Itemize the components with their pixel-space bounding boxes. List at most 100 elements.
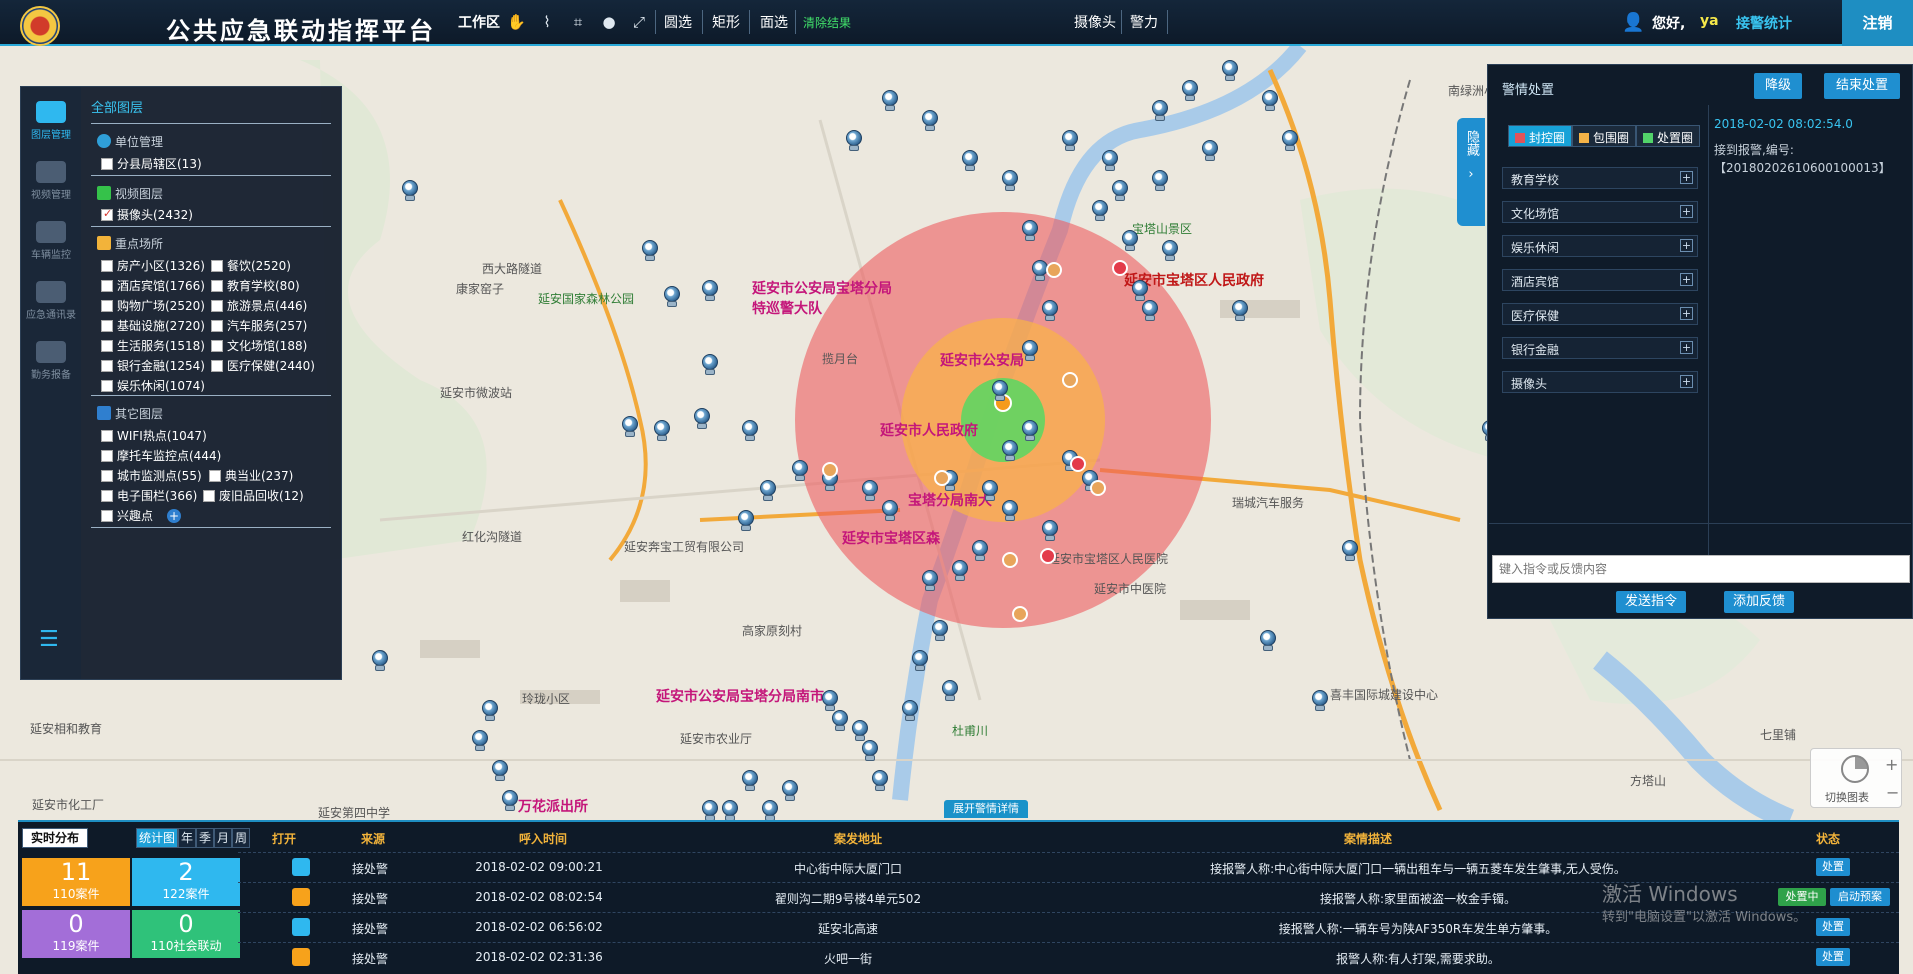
category-row[interactable]: 酒店宾馆 + bbox=[1502, 269, 1698, 291]
shop-marker-icon[interactable] bbox=[1090, 480, 1106, 496]
category-row[interactable]: 教育学校 + bbox=[1502, 167, 1698, 189]
shop-marker-icon[interactable] bbox=[1012, 606, 1028, 622]
camera-icon[interactable] bbox=[920, 570, 940, 592]
camera-icon[interactable] bbox=[1340, 540, 1360, 562]
camera-icon[interactable] bbox=[720, 800, 740, 822]
camera-icon[interactable] bbox=[700, 280, 720, 302]
camera-icon[interactable] bbox=[700, 800, 720, 822]
camera-icon[interactable] bbox=[758, 480, 778, 502]
layer-item[interactable]: 汽车服务(257) bbox=[211, 317, 307, 334]
camera-icon[interactable] bbox=[860, 740, 880, 762]
open-detail-button[interactable]: 展开警情详情 bbox=[944, 800, 1028, 818]
camera-icon[interactable] bbox=[662, 286, 682, 308]
layer-item[interactable]: 娱乐休闲(1074) bbox=[101, 377, 205, 394]
camera-icon[interactable] bbox=[880, 90, 900, 112]
checkbox[interactable] bbox=[101, 158, 113, 170]
camera-icon[interactable] bbox=[740, 420, 760, 442]
camera-icon[interactable] bbox=[1310, 690, 1330, 712]
hand-icon[interactable]: ✋ bbox=[507, 13, 526, 31]
police-force-button[interactable]: 警力 bbox=[1130, 12, 1158, 32]
layer-item[interactable]: 兴趣点 + bbox=[101, 507, 182, 524]
hospital-marker-icon[interactable] bbox=[1070, 456, 1086, 472]
camera-icon[interactable] bbox=[1020, 420, 1040, 442]
ruler-icon[interactable]: ⌇ bbox=[538, 13, 556, 31]
camera-icon[interactable] bbox=[940, 680, 960, 702]
rail-video-management[interactable]: 视频管理 bbox=[21, 161, 81, 201]
layer-item[interactable]: 电子围栏(366) bbox=[101, 487, 197, 504]
layer-item[interactable]: 医疗保健(2440) bbox=[211, 357, 315, 374]
camera-icon[interactable] bbox=[980, 480, 1000, 502]
checkbox[interactable] bbox=[101, 360, 113, 372]
checkbox[interactable] bbox=[101, 300, 113, 312]
checkbox[interactable] bbox=[101, 450, 113, 462]
camera-icon[interactable] bbox=[820, 690, 840, 712]
camera-icon[interactable] bbox=[470, 730, 490, 752]
camera-icon[interactable] bbox=[480, 700, 500, 722]
shop-marker-icon[interactable] bbox=[1002, 552, 1018, 568]
layer-item[interactable]: 基础设施(2720) bbox=[101, 317, 205, 334]
checkbox[interactable] bbox=[101, 380, 113, 392]
tab-stats-chart[interactable]: 统计图 bbox=[136, 828, 178, 848]
checkbox[interactable] bbox=[211, 280, 223, 292]
camera-icon[interactable] bbox=[652, 420, 672, 442]
camera-icon[interactable] bbox=[1100, 150, 1120, 172]
camera-icon[interactable] bbox=[736, 510, 756, 532]
camera-icon[interactable] bbox=[830, 710, 850, 732]
command-input[interactable] bbox=[1492, 555, 1910, 583]
checkbox[interactable] bbox=[211, 300, 223, 312]
expand-plus-icon[interactable]: + bbox=[1680, 307, 1693, 320]
camera-icon[interactable] bbox=[970, 540, 990, 562]
camera-icon[interactable] bbox=[780, 780, 800, 802]
area-select-button[interactable]: 面选 bbox=[760, 12, 788, 32]
shop-marker-icon[interactable] bbox=[1062, 372, 1078, 388]
layer-item[interactable]: WIFI热点(1047) bbox=[101, 427, 207, 444]
camera-icon[interactable] bbox=[370, 650, 390, 672]
stat-119[interactable]: 0 119案件 bbox=[22, 910, 130, 958]
camera-icon[interactable] bbox=[1110, 180, 1130, 202]
camera-icon[interactable] bbox=[740, 770, 760, 792]
period-quarter[interactable]: 季 bbox=[196, 828, 214, 848]
camera-icon[interactable] bbox=[790, 460, 810, 482]
shop-marker-icon[interactable] bbox=[822, 462, 838, 478]
clear-results-button[interactable]: 清除结果 bbox=[803, 14, 851, 31]
downgrade-button[interactable]: 降级 bbox=[1754, 73, 1802, 99]
camera-icon[interactable] bbox=[1020, 340, 1040, 362]
camera-icon[interactable] bbox=[860, 480, 880, 502]
layer-branch-area[interactable]: 分县局辖区(13) bbox=[101, 155, 202, 172]
expand-plus-icon[interactable]: + bbox=[1680, 273, 1693, 286]
camera-icon[interactable] bbox=[500, 790, 520, 812]
camera-icon[interactable] bbox=[1200, 140, 1220, 162]
fullscreen-icon[interactable]: ⤢ bbox=[630, 13, 648, 31]
layer-item[interactable]: 生活服务(1518) bbox=[101, 337, 205, 354]
status-button[interactable]: 处置 bbox=[1816, 948, 1850, 966]
checkbox[interactable] bbox=[101, 470, 113, 482]
layer-item[interactable]: 废旧品回收(12) bbox=[203, 487, 304, 504]
layer-item[interactable]: 城市监测点(55) bbox=[101, 467, 202, 484]
hide-panel-tab[interactable]: 隐藏 › bbox=[1457, 118, 1485, 226]
expand-plus-icon[interactable]: + bbox=[1680, 239, 1693, 252]
checkbox[interactable] bbox=[101, 510, 113, 522]
camera-icon[interactable] bbox=[400, 180, 420, 202]
camera-icon[interactable] bbox=[1090, 200, 1110, 222]
camera-icon[interactable] bbox=[1160, 240, 1180, 262]
camera-icon[interactable] bbox=[1220, 60, 1240, 82]
layer-item[interactable]: 酒店宾馆(1766) bbox=[101, 277, 205, 294]
checkbox[interactable] bbox=[101, 260, 113, 272]
camera-icon[interactable] bbox=[1280, 130, 1300, 152]
period-month[interactable]: 月 bbox=[214, 828, 232, 848]
open-case-icon[interactable] bbox=[292, 918, 310, 936]
camera-icon[interactable] bbox=[950, 560, 970, 582]
expand-plus-icon[interactable]: + bbox=[1680, 375, 1693, 388]
checkbox[interactable] bbox=[101, 280, 113, 292]
rect-select-button[interactable]: 矩形 bbox=[712, 12, 740, 32]
add-poi-icon[interactable]: + bbox=[167, 509, 182, 523]
logout-button[interactable]: 注销 bbox=[1842, 0, 1913, 46]
open-case-icon[interactable] bbox=[292, 888, 310, 906]
checkbox[interactable] bbox=[101, 340, 113, 352]
camera-icon[interactable] bbox=[620, 416, 640, 438]
category-row[interactable]: 银行金融 + bbox=[1502, 337, 1698, 359]
rail-layer-management[interactable]: 图层管理 bbox=[21, 101, 81, 141]
open-case-icon[interactable] bbox=[292, 948, 310, 966]
checkbox[interactable] bbox=[101, 490, 113, 502]
status-button[interactable]: 处置中 bbox=[1778, 888, 1826, 906]
